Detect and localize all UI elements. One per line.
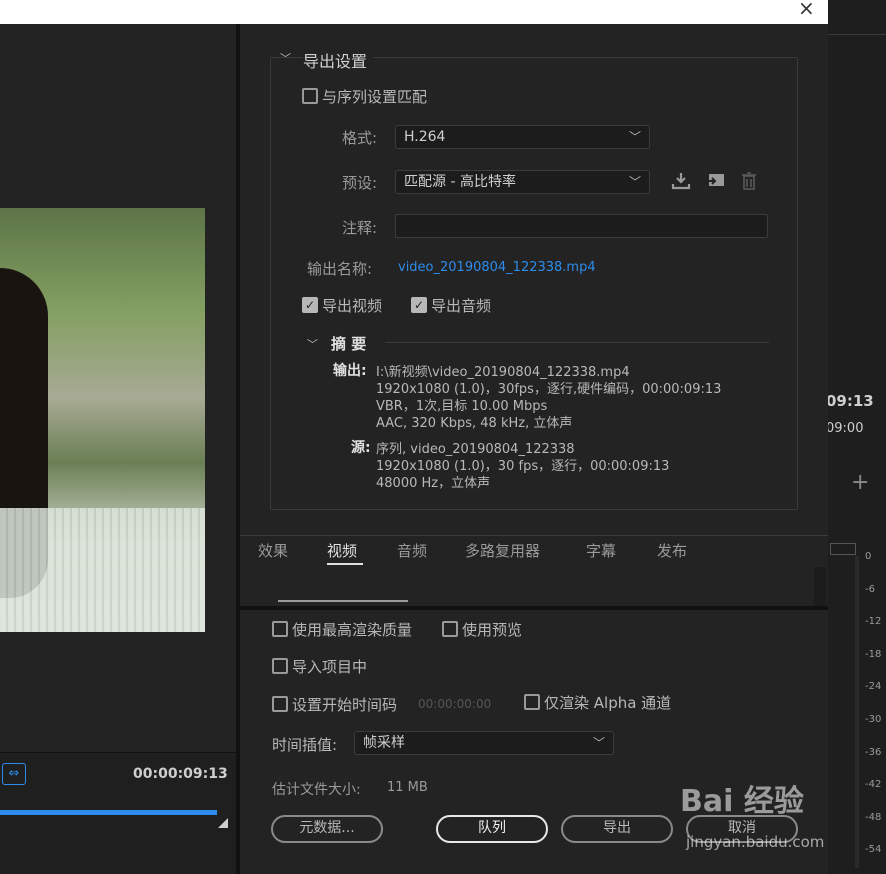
metadata-button[interactable]: 元数据... [271, 815, 383, 843]
summary-divider [385, 342, 769, 343]
export-video-label: 导出视频 [322, 297, 383, 315]
output-name-link[interactable]: video_20190804_122338.mp4 [398, 260, 596, 275]
match-sequence-label: 与序列设置匹配 [322, 88, 428, 106]
meter-scale-label: -54 [865, 844, 882, 856]
audio-meter [855, 556, 859, 868]
output-name-label: 输出名称: [307, 260, 373, 278]
time-interpolation-label: 时间插值: [272, 736, 338, 754]
queue-button[interactable]: 队列 [436, 815, 548, 843]
summary-source: 序列, video_20190804_122338 1920x1080 (1.0… [376, 438, 670, 491]
meter-scale-label: -30 [865, 714, 882, 725]
meter-scale-label: -48 [865, 811, 882, 823]
meter-scale-label: -12 [865, 616, 882, 628]
baidu-watermark-logo: Bai 经验 [680, 784, 804, 819]
meter-scale-label: -18 [865, 648, 882, 660]
dialog-title-bar [0, 0, 828, 24]
meter-scale-label: -6 [865, 583, 875, 595]
time-interpolation-value: 帧采样 [363, 735, 405, 751]
summary-title: 摘 要 [331, 335, 367, 353]
playhead-end-marker[interactable] [218, 818, 228, 828]
add-icon[interactable]: + [851, 470, 869, 495]
estimated-size-label: 估计文件大小: [272, 782, 361, 798]
max-render-quality-checkbox[interactable] [272, 621, 288, 637]
start-timecode-label: 设置开始时间码 [292, 696, 398, 714]
meter-scale-label: -24 [865, 681, 882, 693]
summary-source-line: 序列, video_20190804_122338 [376, 442, 575, 457]
export-video-checkbox[interactable]: ✓ [302, 297, 318, 313]
meter-header [830, 543, 856, 555]
start-timecode-checkbox[interactable] [272, 696, 288, 712]
preview-frame-image [0, 208, 205, 632]
tab-video[interactable]: 视频 [327, 540, 357, 561]
import-into-project-label: 导入项目中 [292, 658, 368, 676]
time-interpolation-dropdown[interactable]: 帧采样 ﹀ [354, 731, 614, 755]
baidu-watermark-url: jingyan.baidu.com [686, 833, 825, 851]
close-button[interactable]: × [798, 0, 815, 20]
tab-multiplexer[interactable]: 多路复用器 [465, 540, 540, 561]
tab-effects[interactable]: 效果 [258, 540, 288, 561]
estimated-size-value: 11 MB [387, 780, 428, 795]
alpha-only-checkbox[interactable] [524, 694, 540, 710]
format-label: 格式: [342, 129, 378, 147]
export-audio-label: 导出音频 [431, 297, 492, 315]
collapse-chevron-icon[interactable]: ﹀ [280, 50, 291, 66]
save-preset-icon[interactable] [671, 171, 691, 196]
active-tab-indicator [327, 563, 363, 565]
summary-output-line: VBR，1次,目标 10.00 Mbps [376, 399, 548, 414]
preview-timeline-bar[interactable] [0, 810, 217, 815]
comment-input[interactable] [395, 214, 768, 238]
meter-scale-label: -36 [865, 746, 882, 758]
meter-scale-label: -42 [865, 779, 882, 791]
format-dropdown[interactable]: H.264 ﹀ [395, 125, 650, 149]
fit-frame-icon[interactable]: ⇔ [2, 763, 26, 785]
summary-output-line: 1920x1080 (1.0)，30fps，逐行,硬件编码，00:00:09:1… [376, 382, 722, 397]
summary-output-key: 输出: [333, 363, 367, 379]
summary-source-line: 48000 Hz，立体声 [376, 476, 491, 491]
section-title: 导出设置 [303, 48, 374, 72]
max-render-quality-label: 使用最高渲染质量 [292, 621, 413, 639]
export-audio-checkbox[interactable]: ✓ [411, 297, 427, 313]
format-value: H.264 [404, 129, 446, 145]
match-sequence-checkbox[interactable] [302, 88, 318, 104]
background-timecode-small: 09:00 [826, 421, 864, 436]
import-preset-icon[interactable] [704, 171, 726, 196]
tab-publish[interactable]: 发布 [657, 540, 687, 561]
tab-audio[interactable]: 音频 [397, 540, 427, 561]
summary-output: I:\新视频\video_20190804_122338.mp4 1920x10… [376, 361, 722, 431]
chevron-down-icon: ﹀ [628, 130, 641, 144]
background-timecode: 09:13 [826, 392, 874, 410]
summary-output-line: AAC, 320 Kbps, 48 kHz, 立体声 [376, 416, 573, 431]
comment-label: 注释: [342, 219, 378, 237]
preset-label: 预设: [342, 174, 378, 192]
export-button[interactable]: 导出 [561, 815, 673, 843]
delete-preset-icon[interactable] [740, 171, 758, 196]
preset-dropdown[interactable]: 匹配源 - 高比特率 ﹀ [395, 170, 650, 194]
alpha-only-label: 仅渲染 Alpha 通道 [544, 694, 672, 712]
use-preview-label: 使用预览 [462, 621, 523, 639]
use-preview-checkbox[interactable] [442, 621, 458, 637]
summary-collapse-icon[interactable]: ﹀ [307, 336, 318, 352]
summary-output-line: I:\新视频\video_20190804_122338.mp4 [376, 365, 630, 380]
scrollbar[interactable] [814, 567, 826, 607]
start-timecode-value: 00:00:00:00 [418, 697, 492, 711]
preset-value: 匹配源 - 高比特率 [404, 174, 516, 190]
meter-scale-label: 0 [865, 551, 872, 562]
tab-captions[interactable]: 字幕 [586, 540, 616, 561]
chevron-down-icon: ﹀ [628, 175, 641, 189]
chevron-down-icon: ﹀ [592, 736, 605, 750]
preview-timecode: 00:00:09:13 [133, 766, 228, 782]
summary-source-key: 源: [351, 440, 371, 456]
import-into-project-checkbox[interactable] [272, 658, 288, 674]
clipped-section-header [278, 596, 408, 606]
summary-source-line: 1920x1080 (1.0)，30 fps，逐行，00:00:09:13 [376, 459, 670, 474]
